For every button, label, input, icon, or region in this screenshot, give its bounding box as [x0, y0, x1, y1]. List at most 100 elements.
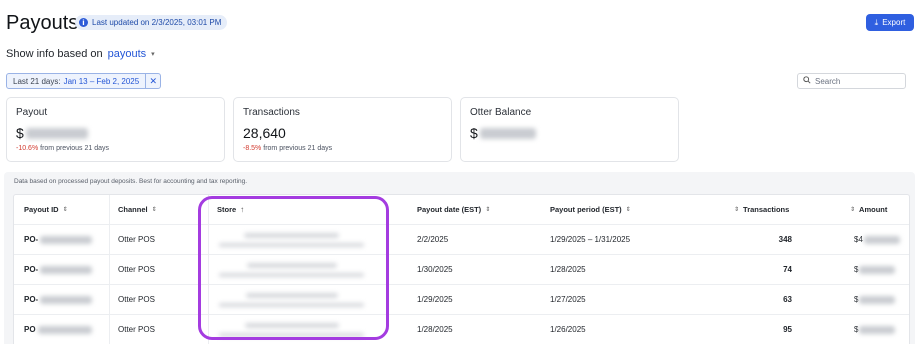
- sort-icon: ⇕: [734, 207, 740, 213]
- payout-id-cell[interactable]: PO-: [24, 285, 93, 314]
- redacted-value: [859, 295, 896, 304]
- payout-id-cell[interactable]: PO-: [24, 255, 93, 284]
- sort-icon: ⇕: [850, 207, 856, 213]
- amount-text: $: [854, 325, 859, 334]
- column-header-store[interactable]: Store ↑: [217, 195, 244, 224]
- redacted-store-address: [219, 242, 364, 247]
- payout-period-cell: 1/28/2025: [550, 265, 586, 274]
- amount-cell: $: [854, 285, 896, 314]
- search-box[interactable]: [797, 73, 906, 89]
- redacted-value: [40, 235, 93, 244]
- channel-cell: Otter POS: [118, 325, 155, 334]
- transactions-card-value: 28,640: [243, 125, 286, 141]
- table-row[interactable]: PO Otter POS 1/28/2025 1/26/2025 95 $: [14, 315, 909, 344]
- redacted-store-address: [219, 272, 364, 277]
- column-header-amount[interactable]: ⇕ Amount: [850, 195, 887, 224]
- column-label: Amount: [859, 205, 888, 214]
- otter-balance-card-value: $: [470, 125, 669, 141]
- payout-id-text: PO: [24, 325, 36, 334]
- transactions-cell: 63: [783, 295, 792, 304]
- show-info-selector: Show info based on payouts ▾: [6, 48, 155, 60]
- close-icon[interactable]: ✕: [145, 74, 160, 88]
- payout-date-cell: 1/29/2025: [417, 295, 453, 304]
- sort-icon: ⇕: [151, 207, 157, 213]
- arrow-up-icon: ↑: [240, 205, 245, 214]
- payout-date-cell: 1/30/2025: [417, 265, 453, 274]
- column-header-transactions[interactable]: ⇕ Transactions: [734, 195, 789, 224]
- column-label: Channel: [118, 205, 148, 214]
- redacted-value: [37, 325, 92, 334]
- export-button[interactable]: ⤓ Export: [866, 14, 914, 31]
- amount-cell: $: [854, 315, 896, 344]
- redacted-store-name: [245, 292, 338, 298]
- redacted-value: [25, 127, 88, 139]
- amount-cell: $: [854, 255, 896, 284]
- payout-id-cell[interactable]: PO-: [24, 225, 93, 254]
- sort-icon: ⇕: [485, 207, 491, 213]
- table-row[interactable]: PO- Otter POS 1/30/2025 1/28/2025 74 $: [14, 255, 909, 285]
- payout-card: Payout $ -10.6% from previous 21 days: [6, 97, 225, 162]
- chevron-down-icon[interactable]: ▾: [151, 50, 155, 58]
- balance-currency: $: [470, 125, 478, 141]
- redacted-value: [479, 127, 536, 139]
- payout-delta-percent: -10.6%: [16, 145, 39, 152]
- redacted-store-address: [219, 302, 364, 307]
- payout-date-cell: 1/28/2025: [417, 325, 453, 334]
- last-updated-text: Last updated on 2/3/2025, 03:01 PM: [92, 18, 222, 27]
- channel-cell: Otter POS: [118, 265, 155, 274]
- payout-delta-suffix: from previous 21 days: [40, 145, 110, 152]
- transactions-cell: 74: [783, 265, 792, 274]
- payout-id-text: PO-: [24, 265, 39, 274]
- search-input[interactable]: [815, 76, 895, 86]
- sort-icon: ⇕: [62, 207, 68, 213]
- show-info-dropdown[interactable]: payouts: [108, 48, 147, 60]
- store-cell: [219, 225, 364, 254]
- column-header-payout-date[interactable]: Payout date (EST) ⇕: [417, 195, 490, 224]
- payout-period-cell: 1/27/2025: [550, 295, 586, 304]
- redacted-store-name: [244, 322, 339, 328]
- transactions-cell: 348: [778, 235, 792, 244]
- last-updated-badge: i Last updated on 2/3/2025, 03:01 PM: [75, 15, 228, 30]
- redacted-store-name: [244, 232, 339, 238]
- redacted-store-address: [219, 332, 364, 337]
- redacted-value: [40, 295, 93, 304]
- search-icon: [803, 76, 811, 86]
- table-row[interactable]: PO- Otter POS 1/29/2025 1/27/2025 63 $: [14, 285, 909, 315]
- store-cell: [219, 255, 364, 284]
- otter-balance-card-label: Otter Balance: [470, 107, 532, 118]
- amount-text: $4: [854, 235, 863, 244]
- redacted-value: [859, 265, 896, 274]
- payout-period-cell: 1/29/2025 – 1/31/2025: [550, 235, 631, 244]
- redacted-value: [859, 325, 896, 334]
- show-info-label: Show info based on: [6, 48, 103, 60]
- column-header-payout-period[interactable]: Payout period (EST) ⇕: [550, 195, 631, 224]
- table-header-row: Payout ID ⇕ Channel ⇕ Store ↑ Payout date (…: [14, 195, 909, 225]
- column-header-channel[interactable]: Channel ⇕: [118, 195, 157, 224]
- store-cell: [219, 285, 364, 314]
- transactions-cell: 95: [783, 325, 792, 334]
- date-range-filter-chip[interactable]: Last 21 days: Jan 13 – Feb 2, 2025 ✕: [6, 73, 162, 89]
- payout-id-cell[interactable]: PO: [24, 315, 92, 344]
- channel-cell: Otter POS: [118, 295, 155, 304]
- payout-card-delta: -10.6% from previous 21 days: [16, 145, 215, 152]
- table-row[interactable]: PO- Otter POS 2/2/2025 1/29/2025 – 1/31/…: [14, 225, 909, 255]
- payout-currency: $: [16, 125, 24, 141]
- page-title: Payouts: [6, 12, 79, 34]
- column-label: Payout date (EST): [417, 205, 482, 214]
- amount-text: $: [854, 265, 859, 274]
- transactions-delta-suffix: from previous 21 days: [263, 145, 333, 152]
- redacted-value: [40, 265, 93, 274]
- column-label: Payout ID: [24, 205, 59, 214]
- payouts-table: Payout ID ⇕ Channel ⇕ Store ↑ Payout date (…: [13, 194, 910, 344]
- date-range-value: Jan 13 – Feb 2, 2025: [63, 76, 140, 86]
- payout-card-label: Payout: [16, 107, 48, 118]
- column-label: Payout period (EST): [550, 205, 622, 214]
- column-header-payout-id[interactable]: Payout ID ⇕: [24, 195, 68, 224]
- table-note: Data based on processed payout deposits.…: [14, 178, 248, 185]
- transactions-delta-percent: -8.5%: [243, 145, 262, 152]
- transactions-card: Transactions 28,640 -8.5% from previous …: [233, 97, 452, 162]
- amount-text: $: [854, 295, 859, 304]
- otter-balance-card: Otter Balance $: [460, 97, 679, 162]
- date-range-text[interactable]: Last 21 days: Jan 13 – Feb 2, 2025: [7, 74, 145, 88]
- info-icon: i: [79, 18, 88, 27]
